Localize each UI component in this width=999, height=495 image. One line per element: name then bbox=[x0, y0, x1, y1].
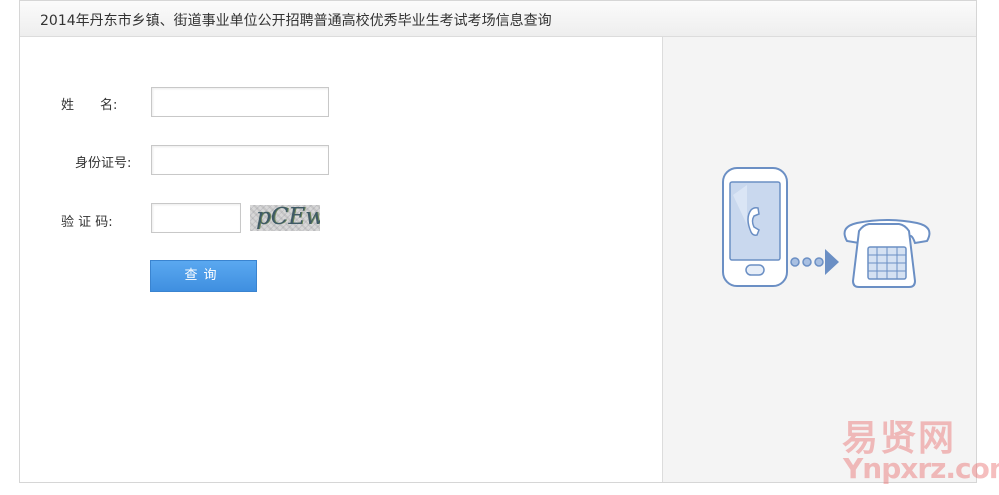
query-panel: 2014年丹东市乡镇、街道事业单位公开招聘普通高校优秀毕业生考试考场信息查询 姓… bbox=[19, 0, 977, 483]
phone-illustration bbox=[722, 167, 931, 288]
page-title: 2014年丹东市乡镇、街道事业单位公开招聘普通高校优秀毕业生考试考场信息查询 bbox=[40, 13, 552, 29]
captcha-input[interactable] bbox=[151, 203, 241, 233]
query-button[interactable]: 查询 bbox=[150, 260, 257, 292]
id-number-input[interactable] bbox=[151, 145, 329, 175]
mobile-phone-icon bbox=[722, 167, 788, 287]
captcha-text: pCEw bbox=[256, 205, 320, 230]
name-input[interactable] bbox=[151, 87, 329, 117]
id-number-label: 身份证号: bbox=[75, 156, 132, 171]
captcha-image[interactable]: pCEw bbox=[250, 205, 320, 231]
desk-telephone-icon bbox=[843, 219, 931, 288]
watermark-logo-en: Ynpxrz.com bbox=[843, 452, 999, 485]
dots-arrow-icon bbox=[790, 249, 839, 275]
panel-header: 2014年丹东市乡镇、街道事业单位公开招聘普通高校优秀毕业生考试考场信息查询 bbox=[20, 1, 976, 37]
captcha-label: 验 证 码: bbox=[61, 215, 113, 230]
name-label: 姓 名: bbox=[61, 98, 118, 113]
